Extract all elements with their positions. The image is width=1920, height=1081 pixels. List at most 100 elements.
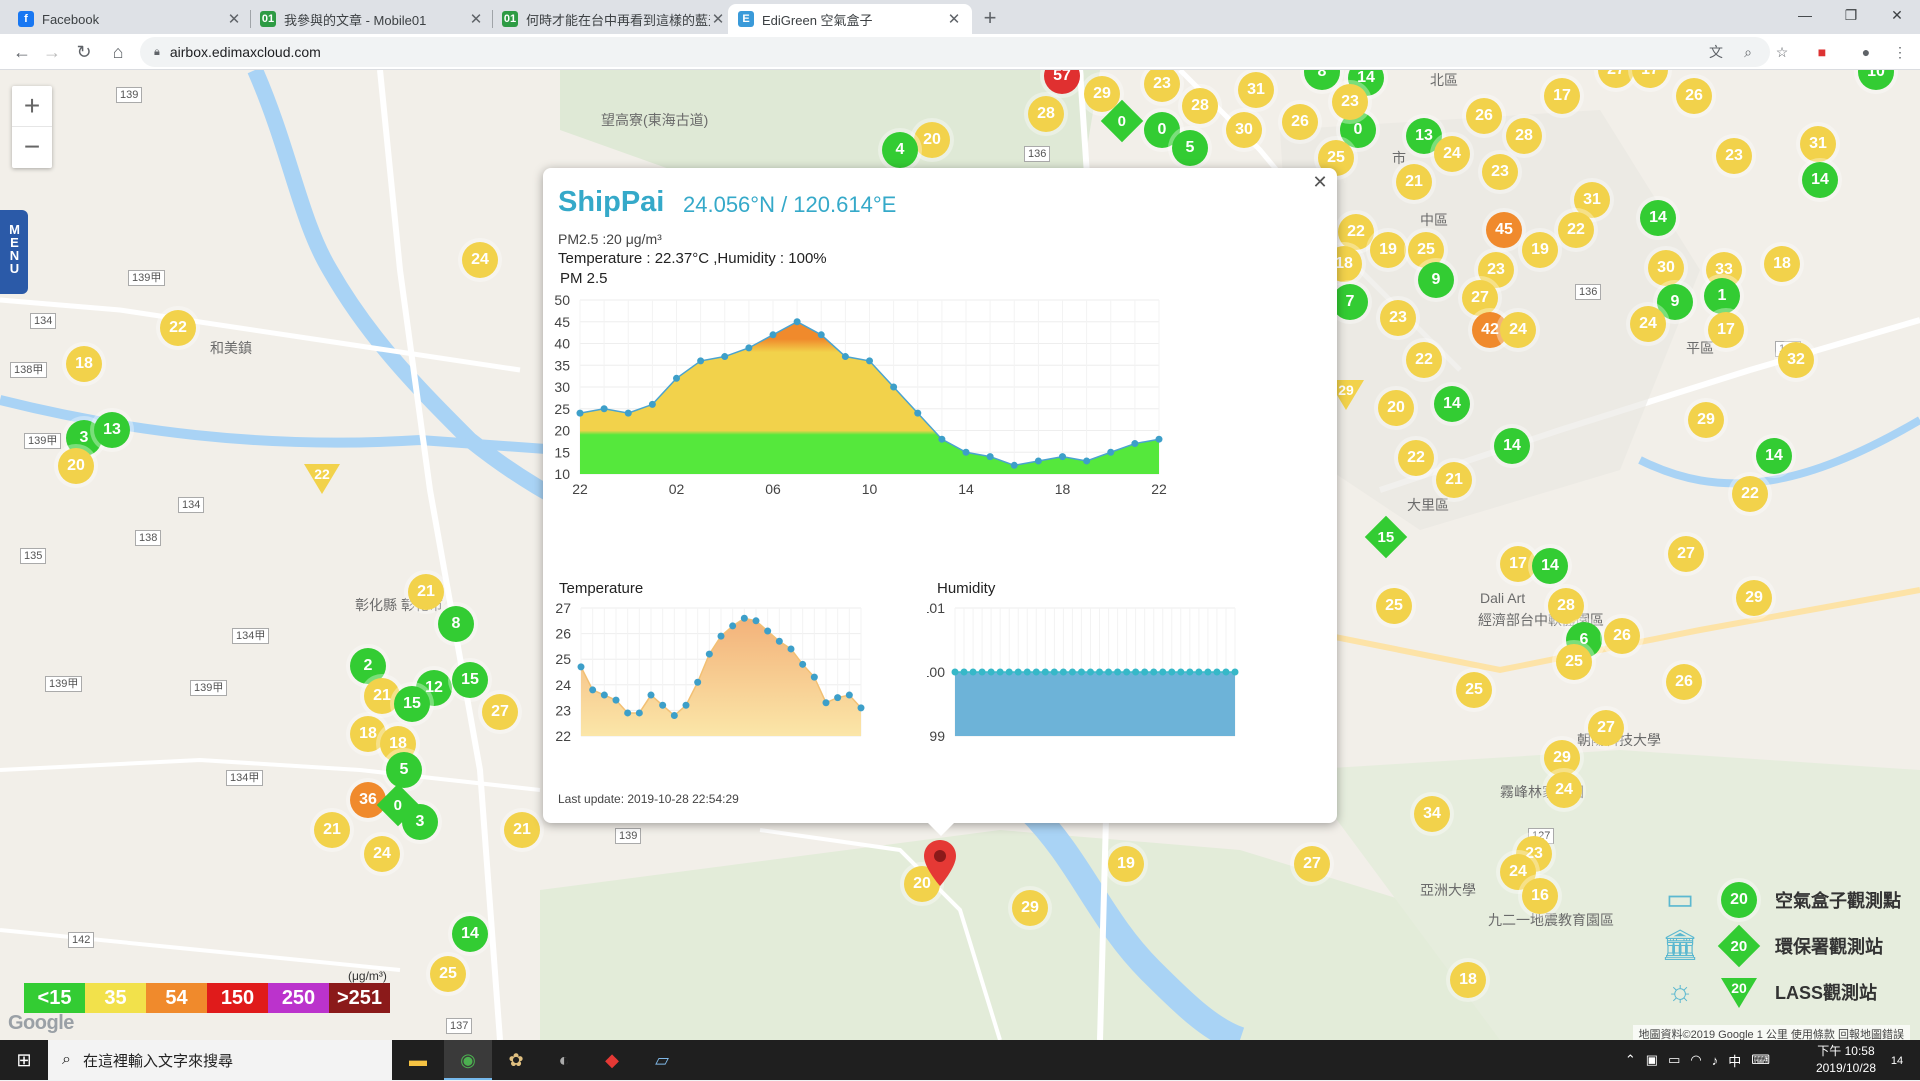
zoom-in-button[interactable]: + (12, 86, 52, 127)
profile-icon[interactable]: ● (1856, 42, 1876, 62)
tab-mobile01-articles[interactable]: 01 我參與的文章 - Mobile01 ✕ (250, 4, 494, 34)
station-marker[interactable]: 30 (1648, 250, 1684, 286)
home-button[interactable]: ⌂ (104, 38, 132, 66)
tab-facebook[interactable]: f Facebook ✕ (8, 4, 252, 34)
station-marker[interactable]: 19 (1522, 232, 1558, 268)
station-marker[interactable]: 28 (1182, 88, 1218, 124)
station-marker[interactable]: 28 (1028, 96, 1064, 132)
zoom-out-button[interactable]: − (12, 127, 52, 168)
network-icon[interactable]: ◠ (1690, 1052, 1701, 1068)
station-marker[interactable]: 9 (1418, 262, 1454, 298)
station-marker[interactable]: 26 (1604, 618, 1640, 654)
station-marker[interactable]: 25 (1376, 588, 1412, 624)
station-marker[interactable]: 29 (1544, 740, 1580, 776)
station-marker[interactable]: 16 (1522, 878, 1558, 914)
station-marker[interactable]: 27 (1668, 536, 1704, 572)
station-marker[interactable]: 21 (408, 574, 444, 610)
restore-button[interactable]: ❐ (1828, 0, 1874, 30)
tab-edigreen[interactable]: E EdiGreen 空氣盒子 ✕ (728, 4, 972, 34)
station-marker[interactable]: 24 (1546, 772, 1582, 808)
station-marker[interactable]: 24 (462, 242, 498, 278)
tab-mobile01-bluesky[interactable]: 01 何時才能在台中再看到這樣的藍天 ✕ (492, 4, 736, 34)
station-marker[interactable]: 29 (1688, 402, 1724, 438)
new-tab-button[interactable]: + (976, 5, 1004, 33)
station-marker[interactable]: 15 (394, 686, 430, 722)
close-icon[interactable]: ✕ (710, 10, 726, 28)
station-marker[interactable]: 14 (1532, 548, 1568, 584)
reload-button[interactable]: ↻ (70, 38, 98, 66)
station-marker[interactable]: 22 (160, 310, 196, 346)
app-icon-4[interactable]: ▱ (638, 1040, 686, 1080)
app-icon-1[interactable]: ✿ (492, 1040, 540, 1080)
address-bar[interactable]: 🔒︎ airbox.edimaxcloud.com (140, 37, 1770, 67)
station-marker[interactable]: 25 (1556, 644, 1592, 680)
station-marker[interactable]: 5 (386, 752, 422, 788)
station-marker[interactable]: 18 (1764, 246, 1800, 282)
station-marker[interactable]: 21 (504, 812, 540, 848)
minimize-button[interactable]: — (1782, 0, 1828, 30)
legend-lass[interactable]: ☼ 20 LASS觀測站 (1655, 972, 1915, 1012)
taskbar-search-box[interactable]: ⌕ 在這裡輸入文字來搜尋 (48, 1040, 392, 1080)
station-marker[interactable]: 24 (1500, 312, 1536, 348)
station-marker[interactable]: 25 (1456, 672, 1492, 708)
station-marker[interactable]: 14 (1802, 162, 1838, 198)
keyboard-icon[interactable]: ⌨ (1751, 1052, 1770, 1068)
station-marker[interactable]: 17 (1708, 312, 1744, 348)
station-marker[interactable]: 27 (1294, 846, 1330, 882)
station-marker[interactable]: 5 (1172, 130, 1208, 166)
station-marker[interactable]: 23 (1380, 300, 1416, 336)
station-marker[interactable]: 18 (1450, 962, 1486, 998)
station-marker[interactable]: 45 (1486, 212, 1522, 248)
extension-icon[interactable]: ■ (1812, 42, 1832, 62)
station-marker[interactable]: 20 (1378, 390, 1414, 426)
app-icon-3[interactable]: ◆ (588, 1040, 636, 1080)
station-marker[interactable]: 4 (882, 132, 918, 168)
station-marker[interactable]: 23 (1332, 84, 1368, 120)
close-icon[interactable]: ✕ (468, 10, 484, 28)
station-marker[interactable]: 27 (482, 694, 518, 730)
lass-station-marker[interactable]: 22 (304, 464, 340, 494)
station-marker[interactable]: 22 (1398, 440, 1434, 476)
back-button[interactable]: ← (8, 38, 36, 66)
station-marker[interactable]: 22 (1338, 214, 1374, 250)
battery-icon[interactable]: ▭ (1668, 1052, 1680, 1068)
station-marker[interactable]: 29 (1012, 890, 1048, 926)
forward-button[interactable]: → (38, 38, 66, 66)
station-marker[interactable]: 21 (1396, 164, 1432, 200)
legend-airbox[interactable]: ▭ 20 空氣盒子觀測點 (1655, 880, 1915, 920)
station-marker[interactable]: 7 (1332, 284, 1368, 320)
map-attribution[interactable]: 地圖資料©2019 Google 1 公里 使用條款 回報地圖錯誤 (1632, 1025, 1910, 1040)
close-icon[interactable]: ✕ (946, 10, 962, 28)
station-marker[interactable]: 14 (1756, 438, 1792, 474)
notification-center-icon[interactable]: 14 (1882, 1040, 1912, 1080)
station-marker[interactable]: 24 (364, 836, 400, 872)
station-marker[interactable]: 26 (1466, 98, 1502, 134)
station-marker[interactable]: 20 (58, 448, 94, 484)
system-clock[interactable]: 下午 10:58 2019/10/28 (1816, 1043, 1876, 1077)
station-marker[interactable]: 23 (1716, 138, 1752, 174)
station-marker[interactable]: 25 (430, 956, 466, 992)
station-marker[interactable]: 24 (1434, 136, 1470, 172)
station-marker[interactable]: 30 (1226, 112, 1262, 148)
security-icon[interactable]: ▣ (1646, 1052, 1658, 1068)
more-menu-icon[interactable]: ⋮ (1890, 42, 1910, 62)
station-marker[interactable]: 22 (1732, 476, 1768, 512)
station-marker[interactable]: 21 (1436, 462, 1472, 498)
file-explorer-icon[interactable]: ▬ (394, 1040, 442, 1080)
station-marker[interactable]: 23 (1482, 154, 1518, 190)
window-close-button[interactable]: ✕ (1874, 0, 1920, 30)
station-marker[interactable]: 28 (1548, 588, 1584, 624)
station-marker[interactable]: 17 (1544, 78, 1580, 114)
station-marker[interactable]: 27 (1462, 280, 1498, 316)
station-marker[interactable]: 22 (1406, 342, 1442, 378)
popup-close-button[interactable]: ✕ (1311, 172, 1329, 193)
station-marker[interactable]: 27 (1588, 710, 1624, 746)
chrome-icon[interactable]: ◉ (444, 1040, 492, 1080)
station-marker[interactable]: 13 (94, 412, 130, 448)
station-marker[interactable]: 17 (1500, 546, 1536, 582)
station-marker[interactable]: 15 (452, 662, 488, 698)
ime-indicator[interactable]: 中 (1728, 1051, 1741, 1070)
chevron-up-icon[interactable]: ⌃ (1625, 1052, 1636, 1068)
station-marker[interactable]: 32 (1778, 342, 1814, 378)
volume-icon[interactable]: ♪ (1712, 1053, 1719, 1068)
